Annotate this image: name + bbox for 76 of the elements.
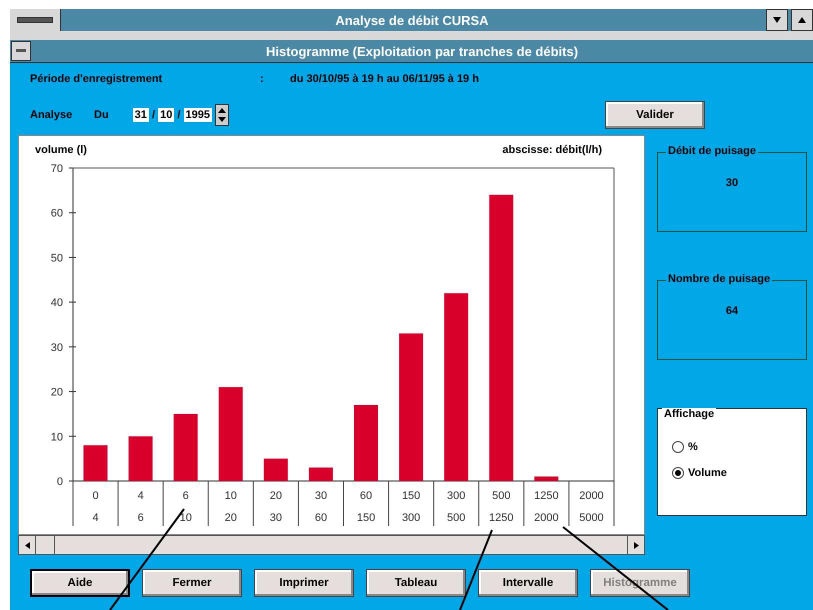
dash-icon [16,49,26,53]
x-tick-label: 4 [92,512,99,524]
minimize-button[interactable] [766,9,788,31]
x-tick-label: 10 [224,490,237,502]
x-tick-label: 30 [270,512,282,524]
date-separator: / [150,109,156,121]
x-tick-label: 1250 [534,490,559,502]
action-button[interactable]: Tableau [366,569,466,597]
y-tick-label: 30 [50,342,63,354]
down-triangle-icon [773,17,781,23]
y-tick-label: 70 [50,163,63,175]
day-field[interactable]: 31 [132,108,149,122]
bar [264,458,288,481]
x-tick-label: 150 [356,512,376,524]
action-button[interactable]: Imprimer [254,569,354,597]
radio-option[interactable]: Volume [672,467,806,479]
period-separator: : [260,73,265,85]
x-tick-label: 4 [138,490,144,502]
y-tick-label: 60 [50,208,63,220]
up-triangle-icon [798,17,806,23]
left-triangle-icon [24,542,30,548]
x-tick-label: 2000 [534,512,559,524]
radio-option[interactable]: % [672,441,806,453]
x-tick-label: 6 [138,512,144,524]
date-separator: / [176,109,182,121]
x-tick-label: 0 [92,490,99,502]
group-label: Affichage [662,408,716,420]
action-button[interactable]: Fermer [142,569,242,597]
action-button[interactable]: Aide [30,569,130,597]
subwindow-title: Histogramme (Exploitation par tranches de débits) [264,44,580,58]
action-button[interactable]: Intervalle [478,569,578,597]
x-tick-label: 1250 [489,512,514,524]
bar [534,476,558,481]
window-title: Analyse de débit CURSA [334,12,490,28]
x-tick-label: 2000 [579,490,604,502]
y-tick-label: 50 [50,252,63,264]
stat-value: 30 [726,177,738,189]
x-tick-label: 5000 [579,512,604,524]
bar [308,468,333,481]
x-tick-label: 20 [270,490,282,502]
bar [174,414,198,481]
right-triangle-icon [634,542,638,548]
from-label: Du [94,109,109,121]
x-tick-label: 30 [314,490,328,502]
maximize-button[interactable] [791,9,813,31]
x-tick-label: 6 [182,490,189,502]
x-tick-label: 60 [360,490,372,502]
bar [128,436,153,481]
stat-label: Nombre de puisage [666,273,772,285]
spinner-control[interactable] [215,104,230,126]
y-tick-label: 20 [50,386,63,399]
y-tick-label: 0 [56,476,63,488]
period-label: Période d'enregistrement [30,73,164,85]
analysis-label: Analyse [30,109,74,121]
x-tick-label: 10 [180,512,192,524]
x-tick-label: 60 [314,512,328,524]
x-tick-label: 150 [402,490,420,502]
x-tick-label: 500 [492,490,510,502]
month-field[interactable]: 10 [158,108,174,122]
period-value: du 30/10/95 à 19 h au 06/11/95 à 19 h [290,73,479,85]
x-tick-label: 300 [447,490,466,502]
system-menu-button[interactable] [11,41,31,61]
bar [84,445,108,481]
validate-button[interactable]: Valider [605,101,705,129]
x-tick-label: 20 [224,512,237,524]
stat-label: Débit de puisage [666,145,758,157]
system-menu-button[interactable] [10,9,61,31]
x-tick-label: 500 [447,512,466,524]
y-tick-label: 40 [50,297,63,310]
x-tick-label: 300 [402,512,420,524]
y-axis-label: volume (l) [35,144,87,156]
x-axis-label: abscisse: débit(l/h) [502,144,602,156]
year-field[interactable]: 1995 [184,108,212,122]
horizontal-scrollbar[interactable] [18,535,645,555]
stat-value: 64 [726,305,738,317]
y-tick-label: 10 [50,431,63,444]
